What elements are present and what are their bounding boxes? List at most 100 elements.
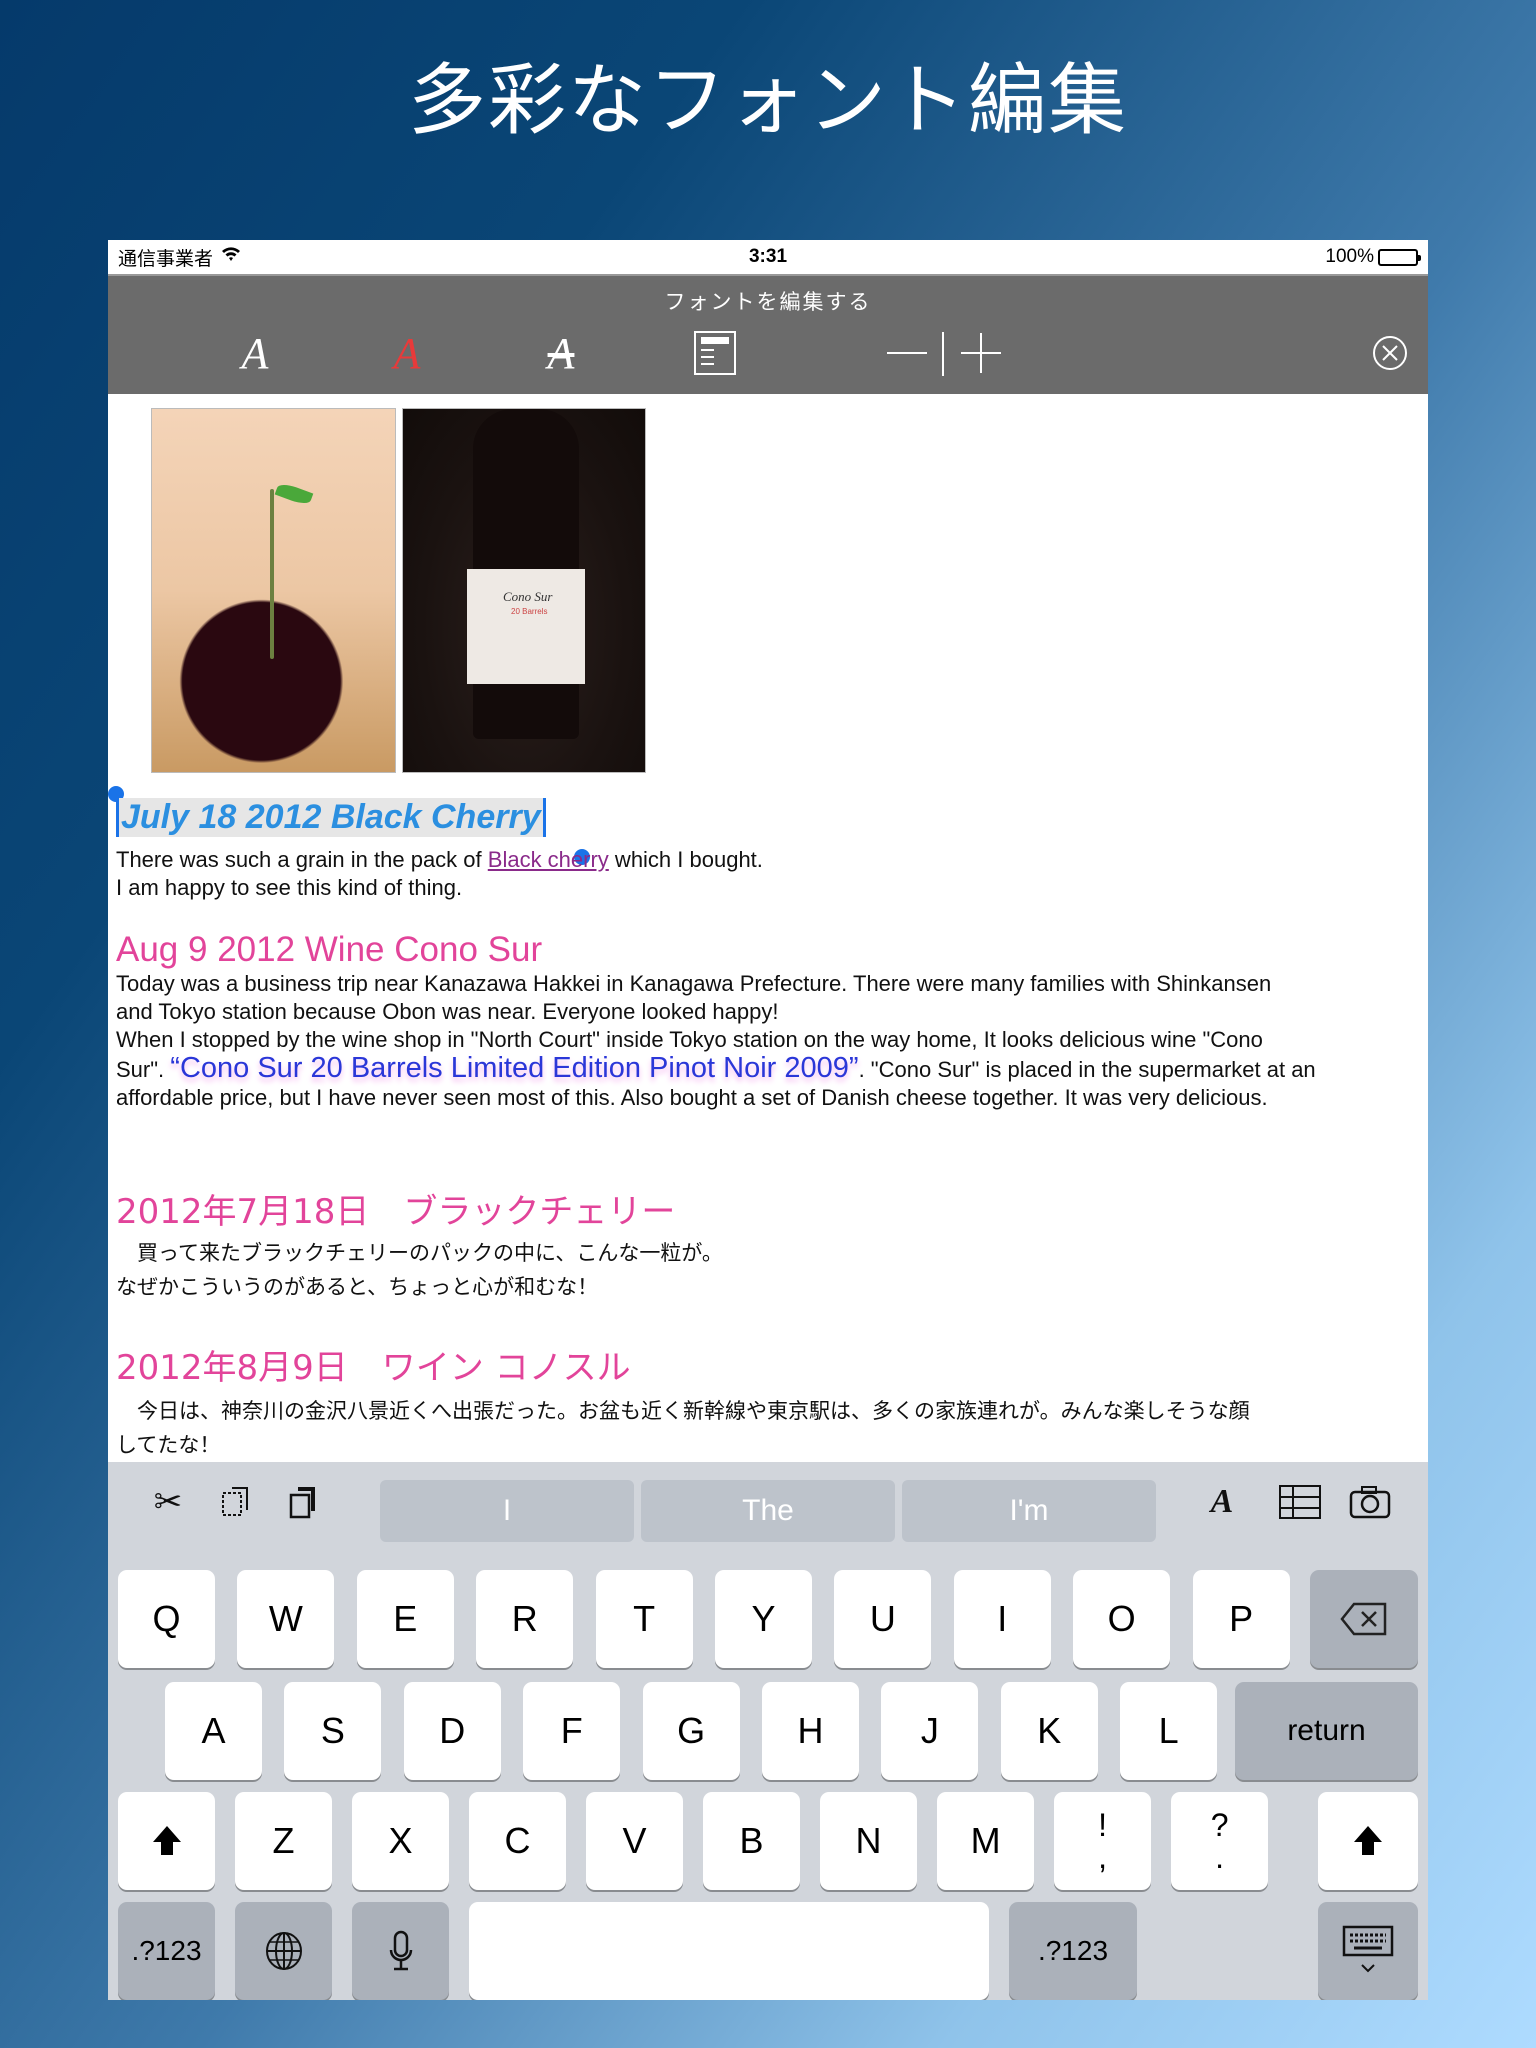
decrease-size-button[interactable] <box>884 328 930 378</box>
close-toolbar-button[interactable] <box>1370 328 1410 378</box>
align-icon <box>694 331 736 375</box>
entry-heading[interactable]: 2012年7月18日 ブラックチェリー <box>116 1184 675 1233</box>
scissors-icon[interactable]: ✂ <box>142 1480 194 1524</box>
paste-icon[interactable] <box>278 1480 330 1524</box>
key-l[interactable]: L <box>1120 1682 1218 1780</box>
document-editor[interactable]: Cono Sur 20 Barrels July 18 2012 Black Ch… <box>108 394 1428 1462</box>
body-text: When I stopped by the wine shop in "Nort… <box>116 1027 1263 1052</box>
key-m[interactable]: M <box>937 1792 1035 1890</box>
font-edit-toolbar: フォントを編集する A A A <box>108 274 1428 394</box>
dictation-key[interactable] <box>352 1902 449 2000</box>
keyboard: ✂ I The I'm A Q W E R T Y U I O P A S D F G H J K Lreturn Z… <box>108 1462 1428 2000</box>
entry-body[interactable]: Today was a business trip near Kanazawa … <box>116 970 1416 1112</box>
font-color-button[interactable]: A <box>382 328 432 378</box>
key-i[interactable]: I <box>953 1570 1051 1668</box>
shift-right-key[interactable] <box>1318 1792 1418 1890</box>
align-button[interactable] <box>692 328 738 378</box>
hide-keyboard-icon <box>1342 1925 1394 1973</box>
entry-heading[interactable]: Aug 9 2012 Wine Cono Sur <box>116 930 542 970</box>
suggestion-3[interactable]: I'm <box>902 1480 1156 1542</box>
key-f[interactable]: F <box>523 1682 621 1780</box>
entry-heading[interactable]: 2012年8月9日 ワイン コノスル <box>116 1340 631 1389</box>
strikethrough-icon: A <box>547 328 575 378</box>
shift-left-key[interactable] <box>118 1792 215 1890</box>
key-t[interactable]: T <box>595 1570 693 1668</box>
key-z[interactable]: Z <box>235 1792 332 1890</box>
body-text: which I bought. <box>608 847 763 872</box>
key-bottom-char: . <box>1215 1839 1225 1875</box>
key-u[interactable]: U <box>834 1570 932 1668</box>
numbers-key-left[interactable]: .?123 <box>118 1902 215 2000</box>
shift-icon <box>1354 1826 1382 1855</box>
key-o[interactable]: O <box>1073 1570 1171 1668</box>
body-text: Today was a business trip near Kanazawa … <box>116 971 1272 996</box>
numbers-key-right[interactable]: .?123 <box>1009 1902 1137 2000</box>
key-g[interactable]: G <box>642 1682 740 1780</box>
entry-heading-selected[interactable]: July 18 2012 Black Cherry <box>116 798 546 837</box>
copy-icon[interactable] <box>210 1480 262 1524</box>
key-s[interactable]: S <box>284 1682 382 1780</box>
increase-size-button[interactable] <box>958 328 1004 378</box>
globe-icon <box>265 1932 302 1970</box>
body-text: . "Cono Sur" is placed in the supermarke… <box>858 1057 1316 1082</box>
key-x[interactable]: X <box>352 1792 449 1890</box>
shift-icon <box>152 1826 181 1855</box>
body-text: affordable price, but I have never seen … <box>116 1085 1268 1110</box>
key-b[interactable]: B <box>703 1792 801 1890</box>
entry-body[interactable]: There was such a grain in the pack of Bl… <box>116 846 1416 902</box>
camera-icon[interactable] <box>1344 1480 1396 1524</box>
key-q[interactable]: Q <box>118 1570 215 1668</box>
status-bar: 通信事業者 3:31 100% <box>108 240 1428 274</box>
entry-body[interactable]: 今日は、神奈川の金沢八景近くへ出張だった。お盆も近く新幹線や東京駅は、多くの家族… <box>116 1394 1416 1462</box>
key-p[interactable]: P <box>1192 1570 1290 1668</box>
font-color-icon: A <box>393 328 421 378</box>
battery-percent: 100% <box>1325 246 1374 267</box>
key-a[interactable]: A <box>165 1682 262 1780</box>
cherry-photo[interactable] <box>151 408 396 773</box>
key-r[interactable]: R <box>476 1570 574 1668</box>
table-icon[interactable] <box>1274 1480 1326 1524</box>
key-c[interactable]: C <box>469 1792 567 1890</box>
entry-body[interactable]: 買って来たブラックチェリーのパックの中に、こんな一粒が。 なぜかこういうのがある… <box>116 1236 1416 1304</box>
key-d[interactable]: D <box>403 1682 501 1780</box>
hide-keyboard-key[interactable] <box>1318 1902 1418 2000</box>
font-style-button[interactable]: A <box>230 328 280 378</box>
exclaim-comma-key[interactable]: !, <box>1054 1792 1152 1890</box>
microphone-icon <box>389 1930 412 1971</box>
key-y[interactable]: Y <box>715 1570 812 1668</box>
space-bar[interactable] <box>469 1902 989 2000</box>
delete-key[interactable] <box>1310 1570 1418 1668</box>
ipad-screen: 通信事業者 3:31 100% フォントを編集する A A A Cono Sur… <box>108 240 1428 2000</box>
body-text: なぜかこういうのがあると、ちょっと心が和むな！ <box>116 1275 599 1299</box>
backspace-icon <box>1340 1602 1387 1636</box>
wifi-icon <box>221 246 241 268</box>
body-text: してたな！ <box>116 1433 221 1457</box>
return-key[interactable]: return <box>1235 1682 1418 1780</box>
body-text: There was such a grain in the pack of <box>116 847 488 872</box>
key-e[interactable]: E <box>356 1570 454 1668</box>
key-j[interactable]: J <box>881 1682 979 1780</box>
key-w[interactable]: W <box>237 1570 335 1668</box>
close-icon <box>1373 336 1407 370</box>
key-k[interactable]: K <box>1000 1682 1098 1780</box>
wine-bottle-photo[interactable]: Cono Sur 20 Barrels <box>402 408 646 773</box>
key-top-char: ? <box>1210 1807 1229 1843</box>
clock: 3:31 <box>748 246 788 267</box>
font-icon[interactable]: A <box>1196 1480 1248 1524</box>
font-style-icon: A <box>241 328 269 378</box>
strikethrough-button[interactable]: A <box>536 328 586 378</box>
key-n[interactable]: N <box>820 1792 918 1890</box>
suggestion-2[interactable]: The <box>641 1480 895 1542</box>
toolbar-title: フォントを編集する <box>664 290 872 314</box>
shortcut-bar: ✂ I The I'm A <box>108 1462 1428 1542</box>
globe-key[interactable] <box>235 1902 332 2000</box>
question-period-key[interactable]: ?. <box>1171 1792 1269 1890</box>
black-cherry-link[interactable]: Black cherry <box>488 847 609 872</box>
key-h[interactable]: H <box>762 1682 859 1780</box>
suggestion-1[interactable]: I <box>380 1480 634 1542</box>
highlighted-wine-name: “Cono Sur 20 Barrels Limited Edition Pin… <box>170 1052 859 1084</box>
key-v[interactable]: V <box>586 1792 684 1890</box>
body-text: 今日は、神奈川の金沢八景近くへ出張だった。お盆も近く新幹線や東京駅は、多くの家族… <box>116 1399 1250 1423</box>
battery-icon <box>1378 248 1421 266</box>
body-text: Sur". <box>116 1057 171 1082</box>
